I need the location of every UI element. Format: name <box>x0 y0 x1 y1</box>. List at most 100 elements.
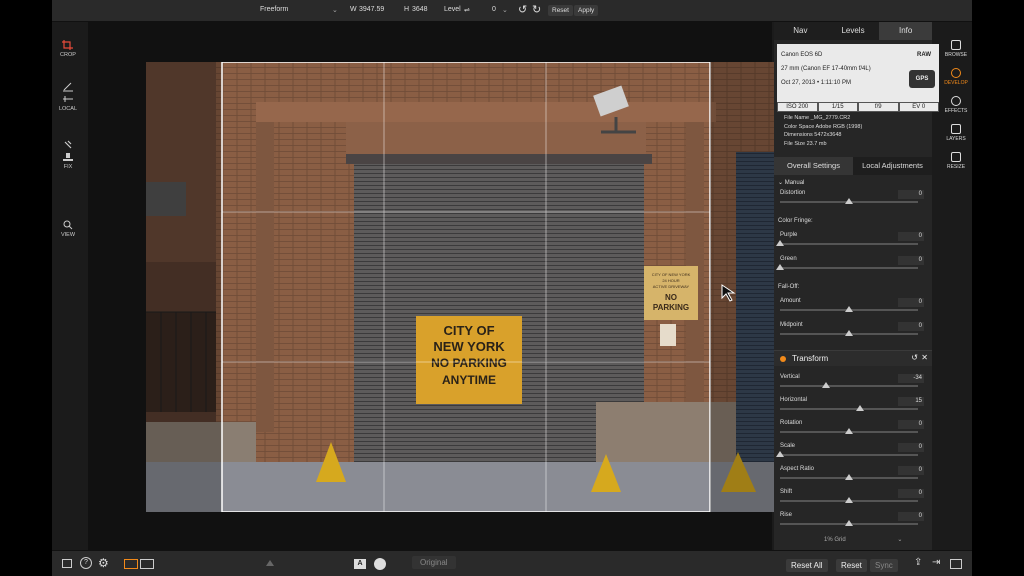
rotate-right-icon[interactable]: ↻ <box>532 3 541 16</box>
purple-slider[interactable] <box>776 240 918 246</box>
distortion-slider-handle[interactable] <box>845 198 853 204</box>
sync-button[interactable]: Sync <box>870 559 898 572</box>
midpoint-row: Midpoint 0 <box>780 322 924 331</box>
reset-bottom-button[interactable]: Reset <box>836 559 867 572</box>
preview-toggle-icon[interactable] <box>374 558 386 570</box>
distortion-row: Distortion 0 <box>780 190 924 199</box>
rise-slider-handle[interactable] <box>845 520 853 526</box>
module-develop[interactable]: DEVELOP <box>940 68 972 86</box>
panel-toggle-icon[interactable] <box>62 559 72 568</box>
rotation-slider-handle[interactable] <box>845 428 853 434</box>
settings-tabs: Overall Settings Local Adjustments <box>774 157 932 175</box>
zoom-slider-icon[interactable] <box>266 560 274 566</box>
module-browse[interactable]: BROWSE <box>940 40 972 58</box>
original-button[interactable]: Original <box>412 556 456 569</box>
green-slider[interactable] <box>776 264 918 270</box>
vertical-value-field[interactable]: -34 <box>898 374 924 383</box>
apply-button[interactable]: Apply <box>574 5 599 16</box>
horizontal-slider[interactable] <box>780 405 918 411</box>
aspect-ratio-value-field[interactable]: 0 <box>898 466 924 475</box>
reset-icon[interactable]: ↺ <box>911 353 918 362</box>
rotate-left-icon[interactable]: ↺ <box>518 3 527 16</box>
svg-text:ANYTIME: ANYTIME <box>442 373 496 387</box>
shift-slider[interactable] <box>780 497 918 503</box>
purple-value-field[interactable]: 0 <box>898 232 924 241</box>
vertical-slider-handle[interactable] <box>821 382 830 388</box>
scale-slider-handle[interactable] <box>776 451 784 457</box>
transform-title: Transform <box>792 354 829 363</box>
horizontal-slider-handle[interactable] <box>856 405 865 411</box>
tab-nav[interactable]: Nav <box>774 22 827 40</box>
midpoint-slider[interactable] <box>780 330 918 336</box>
purple-slider-handle[interactable] <box>776 240 784 246</box>
chevron-down-icon: ⌄ <box>778 180 785 186</box>
reset-all-button[interactable]: Reset All <box>786 559 828 572</box>
vertical-label: Vertical <box>780 374 800 380</box>
tool-view-label: VIEW <box>60 232 76 238</box>
arrow-icon[interactable]: ⇥ <box>932 557 940 568</box>
compare-view-icon[interactable] <box>140 559 154 569</box>
midpoint-value-field[interactable]: 0 <box>898 322 924 331</box>
gear-icon[interactable]: ⚙ <box>98 556 109 570</box>
chevron-down-icon[interactable]: ⌄ <box>332 6 338 14</box>
rise-value-field[interactable]: 0 <box>898 512 924 521</box>
amount-slider-handle[interactable] <box>845 306 853 312</box>
vertical-row: Vertical -34 <box>780 374 924 383</box>
tab-local-adjustments[interactable]: Local Adjustments <box>853 157 932 175</box>
scale-row: Scale 0 <box>780 443 924 452</box>
browse-icon <box>951 40 961 50</box>
help-icon[interactable]: ? <box>80 557 92 569</box>
aspect-ratio-slider-handle[interactable] <box>845 474 853 480</box>
tool-fix[interactable]: FIX <box>52 140 84 170</box>
rise-slider[interactable] <box>780 520 918 526</box>
file-size: 23.7 mb <box>806 140 827 147</box>
distortion-slider[interactable] <box>780 198 918 204</box>
amount-value-field[interactable]: 0 <box>898 298 924 307</box>
shift-value-field[interactable]: 0 <box>898 489 924 498</box>
module-resize[interactable]: RESIZE <box>940 152 972 170</box>
right-panel-toggle-icon[interactable] <box>950 559 962 569</box>
gps-badge[interactable]: GPS <box>909 70 935 88</box>
tool-local[interactable]: LOCAL <box>52 82 84 112</box>
manual-section[interactable]: ⌄ Manual <box>778 179 804 186</box>
aspect-ratio-slider[interactable] <box>780 474 918 480</box>
level-field[interactable]: 0 <box>492 6 496 13</box>
midpoint-slider-handle[interactable] <box>845 330 853 336</box>
level-icon[interactable]: ⇌ <box>464 6 470 14</box>
distortion-value-field[interactable]: 0 <box>898 190 924 199</box>
share-icon[interactable]: ⇪ <box>914 557 922 568</box>
manual-label: Manual <box>784 180 805 186</box>
width-field[interactable]: 3947.59 <box>359 6 384 13</box>
reset-button[interactable]: Reset <box>548 5 573 16</box>
close-icon[interactable]: ✕ <box>921 353 928 362</box>
color-space-label: Color Space <box>784 123 815 130</box>
rotation-value-field[interactable]: 0 <box>898 420 924 429</box>
module-layers[interactable]: LAYERS <box>940 124 972 142</box>
module-effects[interactable]: EFFECTS <box>940 96 972 114</box>
level-chevron-icon[interactable]: ⌄ <box>502 6 508 14</box>
image-canvas[interactable]: CITY OF NEW YORK NO PARKING ANYTIME CITY… <box>88 22 806 550</box>
green-value-field[interactable]: 0 <box>898 256 924 265</box>
svg-text:ACTIVE DRIVEWAY: ACTIVE DRIVEWAY <box>653 284 690 289</box>
photo-preview[interactable]: CITY OF NEW YORK NO PARKING ANYTIME CITY… <box>146 62 806 512</box>
scale-value-field[interactable]: 0 <box>898 443 924 452</box>
horizontal-value-field[interactable]: 15 <box>898 397 924 406</box>
amount-slider[interactable] <box>780 306 918 312</box>
grid-select[interactable]: 1% Grid ⌄ <box>824 536 902 543</box>
tab-levels[interactable]: Levels <box>827 22 880 40</box>
view-icon <box>63 220 73 230</box>
transform-enabled-icon[interactable] <box>780 356 786 362</box>
scale-slider[interactable] <box>776 451 918 457</box>
single-view-icon[interactable] <box>124 559 138 569</box>
vertical-slider[interactable] <box>780 382 918 388</box>
transform-header[interactable]: Transform ↺ ✕ <box>774 350 932 366</box>
shift-slider-handle[interactable] <box>845 497 853 503</box>
green-slider-handle[interactable] <box>776 264 784 270</box>
height-field[interactable]: 3648 <box>412 6 428 13</box>
auto-icon[interactable]: A <box>354 559 366 569</box>
tool-crop[interactable]: CROP <box>52 40 84 58</box>
rotation-slider[interactable] <box>780 428 918 434</box>
tool-view[interactable]: VIEW <box>52 220 84 238</box>
tab-overall-settings[interactable]: Overall Settings <box>774 157 853 175</box>
tab-info[interactable]: Info <box>879 22 933 40</box>
